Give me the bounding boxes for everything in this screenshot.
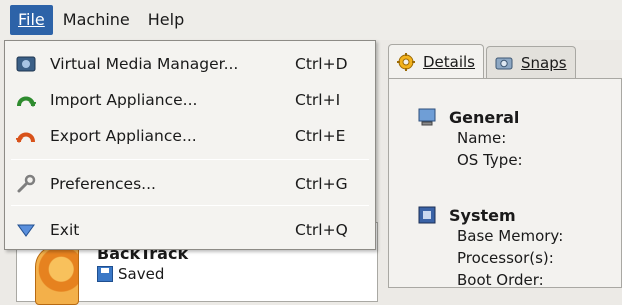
menu-machine[interactable]: Machine: [55, 5, 138, 35]
exit-arrow-icon: [15, 219, 37, 241]
section-title-system: System: [449, 205, 516, 225]
saved-state-icon: [97, 266, 113, 282]
vm-state: Saved: [97, 265, 188, 283]
menu-item-export-appliance[interactable]: Export Appliance... Ctrl+E: [5, 121, 375, 151]
menubar: File Machine Help: [0, 0, 622, 40]
menu-item-preferences[interactable]: Preferences... Ctrl+G: [5, 169, 375, 199]
os-logo-icon: [35, 245, 79, 305]
detail-row-os-type: OS Type:: [457, 151, 523, 169]
details-panel: General Name: OS Type: System Base Memor…: [388, 78, 622, 291]
menu-file[interactable]: File: [10, 5, 53, 35]
monitor-icon: [418, 108, 436, 126]
menu-separator: [11, 159, 369, 160]
details-tabbar: Details Snaps: [388, 44, 622, 78]
vm-list-item[interactable]: BackTrack Saved: [35, 245, 188, 305]
section-title-general: General: [449, 107, 520, 127]
file-menu-dropdown: Virtual Media Manager... Ctrl+D Import A…: [4, 40, 376, 250]
gear-icon: [397, 52, 415, 71]
virtual-media-manager-icon: [15, 53, 37, 75]
detail-row-processors: Processor(s):: [457, 249, 554, 267]
detail-row-name: Name:: [457, 129, 507, 147]
import-appliance-icon: [15, 89, 37, 111]
wrench-icon: [15, 173, 37, 195]
general-section: General Name: OS Type:: [417, 107, 523, 171]
detail-row-base-memory: Base Memory:: [457, 227, 564, 245]
menu-separator: [11, 205, 369, 206]
menu-item-exit[interactable]: Exit Ctrl+Q: [5, 215, 375, 245]
menu-item-virtual-media-manager[interactable]: Virtual Media Manager... Ctrl+D: [5, 49, 375, 79]
details-pane: Details Snaps General Name: OS Type: Sys…: [388, 44, 622, 291]
menu-help[interactable]: Help: [140, 5, 192, 35]
system-section: System Base Memory: Processor(s): Boot O…: [417, 205, 563, 291]
camera-icon: [495, 57, 513, 69]
chip-icon: [418, 206, 436, 224]
export-appliance-icon: [15, 125, 37, 147]
menu-item-import-appliance[interactable]: Import Appliance... Ctrl+I: [5, 85, 375, 115]
tab-details[interactable]: Details: [388, 44, 485, 78]
tab-snapshots[interactable]: Snaps: [486, 46, 576, 78]
